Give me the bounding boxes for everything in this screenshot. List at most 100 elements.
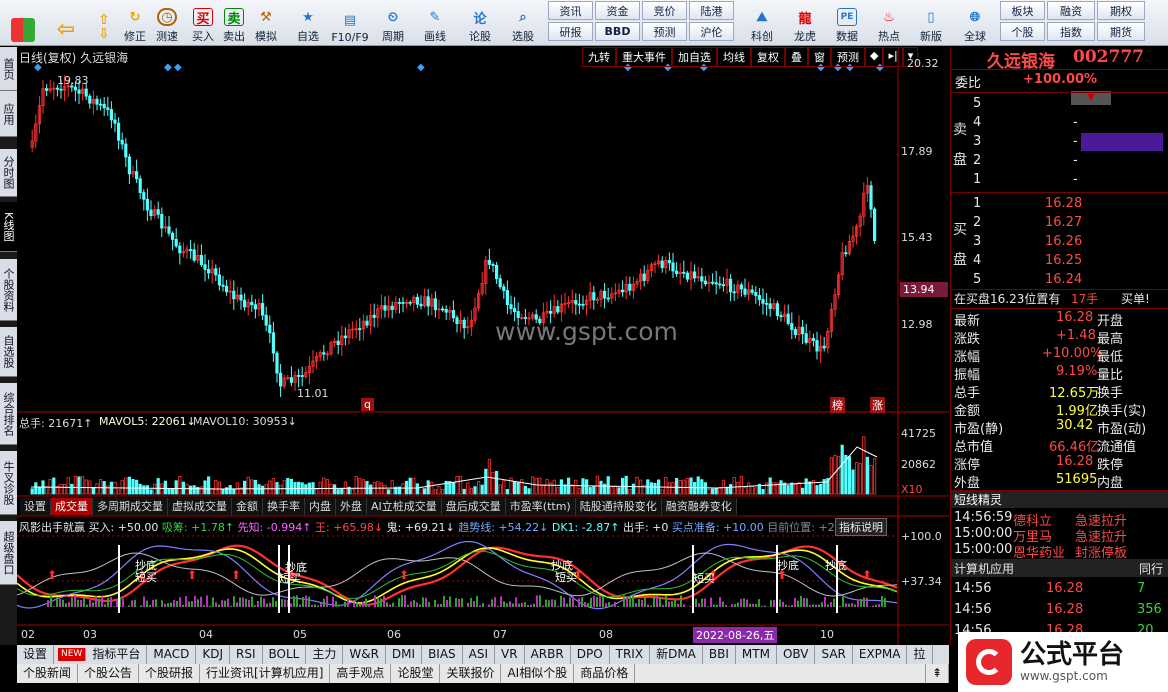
f10-button[interactable]: ▤ F10/F9 — [328, 2, 372, 45]
indicator-help-button[interactable]: 指标说明 — [835, 518, 887, 536]
vol-tab-volume[interactable]: 成交量 — [51, 498, 93, 515]
buy-level-row[interactable]: 3 16.26 — [973, 234, 1168, 252]
menu-major-events[interactable]: 重大事件 — [616, 47, 672, 67]
stat-row[interactable]: 总手 12.65万 换手 — [951, 382, 1168, 401]
info-forum[interactable]: 论股堂 — [391, 664, 441, 683]
buy-level-row[interactable]: 2 16.27 — [973, 215, 1168, 233]
vol-tab-amount[interactable]: 金额 — [232, 498, 263, 515]
menu-jiuzhuan[interactable]: 九转 — [582, 47, 616, 67]
vol-tab-turnover[interactable]: 换手率 — [263, 498, 305, 515]
elf-row[interactable]: 15:00:00 恩华药业 封涨停板 — [951, 542, 1168, 561]
ind-more[interactable]: 拉 — [907, 645, 933, 664]
ind-sar[interactable]: SAR — [815, 645, 853, 664]
margin-button[interactable]: 融资 — [1047, 1, 1095, 20]
stat-row[interactable]: 总市值 66.46亿 流通值 — [951, 436, 1168, 455]
ind-rsi[interactable]: RSI — [230, 645, 263, 664]
event-marker-q[interactable]: q — [361, 398, 374, 411]
auction-button[interactable]: 竞价 — [642, 1, 687, 20]
vol-tab-outer[interactable]: 外盘 — [336, 498, 367, 515]
data-button[interactable]: PE 数据 — [830, 2, 864, 44]
hk-connect-button[interactable]: 陆港 — [689, 1, 734, 20]
stat-row[interactable]: 振幅 9.19% 量比 — [951, 364, 1168, 383]
ind-boll[interactable]: BOLL — [263, 645, 307, 664]
left-tab-watchlist[interactable]: 自选股 — [0, 327, 17, 377]
info-commodity[interactable]: 商品价格 — [574, 664, 636, 683]
shanghai-london-button[interactable]: 沪伦 — [689, 22, 734, 41]
tick-row[interactable]: 14:56 16.28 7 — [951, 581, 1168, 599]
buy-button[interactable]: 买买入 — [189, 2, 217, 44]
ind-macd[interactable]: MACD — [147, 645, 197, 664]
event-marker-bang[interactable]: 榜 — [830, 397, 845, 413]
buy-level-row[interactable]: 4 16.25 — [973, 253, 1168, 271]
ind-mtm[interactable]: MTM — [736, 645, 777, 664]
left-tab-timeshare[interactable]: 分时图 — [0, 149, 17, 197]
menu-add-watch[interactable]: 加自选 — [672, 47, 717, 67]
left-tab-profile[interactable]: 个股资料 — [0, 259, 17, 321]
funds-button[interactable]: 资金 — [595, 1, 640, 20]
home-button[interactable] — [6, 2, 40, 44]
menu-adjust[interactable]: 复权 — [751, 47, 785, 67]
index-button[interactable]: 指数 — [1047, 22, 1095, 41]
info-ai-similar[interactable]: AI相似个股 — [501, 664, 575, 683]
sell-level-row[interactable]: 1- — [973, 172, 1168, 190]
info-stock-news[interactable]: 个股新闻 — [17, 664, 79, 683]
period-button[interactable]: ⏲ 周期 — [376, 2, 410, 44]
watchlist-button[interactable]: ★ 自选 — [292, 2, 324, 44]
ind-dpo[interactable]: DPO — [571, 645, 610, 664]
buy-level-row[interactable]: 5 16.24 — [973, 272, 1168, 290]
ind-trix[interactable]: TRIX — [610, 645, 651, 664]
news-button[interactable]: 资讯 — [548, 1, 593, 20]
buy-level-row[interactable]: 1 16.28 — [973, 196, 1168, 214]
ind-bbi[interactable]: BBI — [703, 645, 736, 664]
left-tab-diagnose[interactable]: 牛叉诊股 — [0, 451, 17, 515]
stat-row[interactable]: 涨跌 +1.48 最高 — [951, 328, 1168, 347]
options-button[interactable]: 期权 — [1097, 1, 1145, 20]
stock-button[interactable]: 个股 — [1000, 22, 1045, 41]
menu-forecast[interactable]: 预测 — [831, 47, 865, 67]
ind-platform[interactable]: 指标平台 — [86, 645, 148, 664]
ind-bias[interactable]: BIAS — [422, 645, 463, 664]
info-industry[interactable]: 行业资讯[计算机应用] — [200, 664, 331, 683]
tick-row[interactable]: 14:56 16.28 356 — [951, 602, 1168, 620]
ind-vr[interactable]: VR — [495, 645, 525, 664]
stat-row[interactable]: 金额 1.99亿 换手(实) — [951, 400, 1168, 419]
menu-window[interactable]: 窗 — [808, 47, 831, 67]
ind-asi[interactable]: ASI — [463, 645, 496, 664]
dragon-tiger-button[interactable]: 龍龙虎 — [788, 2, 822, 44]
forum-button[interactable]: 论论股 — [465, 2, 495, 44]
stat-row[interactable]: 外盘 51695 内盘 — [951, 472, 1168, 491]
hotspot-button[interactable]: ♨ 热点 — [872, 2, 906, 44]
left-tab-kline[interactable]: K线图 — [0, 202, 17, 252]
star-market-button[interactable]: ⛰ 科创 — [744, 2, 780, 44]
expand-up-icon[interactable]: ⇞ — [924, 664, 949, 683]
stat-row[interactable]: 涨停 16.28 跌停 — [951, 454, 1168, 473]
sector-button[interactable]: 板块 — [1000, 1, 1045, 20]
stock-screen-button[interactable]: ⌕ 选股 — [505, 2, 541, 44]
toolbar-btn-cesu[interactable]: ◷ 测速 — [152, 2, 182, 44]
vol-tab-margin[interactable]: 融资融券变化 — [661, 498, 737, 515]
vol-tab-northbound[interactable]: 陆股通持股变化 — [575, 498, 662, 515]
stat-row[interactable]: 最新 16.28 开盘 — [951, 310, 1168, 329]
vol-tab-settings[interactable]: 设置 — [20, 498, 51, 515]
sell-level-row[interactable]: 4- — [973, 115, 1168, 133]
menu-overlay[interactable]: 叠 — [785, 47, 808, 67]
info-announcements[interactable]: 个股公告 — [78, 664, 140, 683]
ind-settings[interactable]: 设置 — [17, 645, 55, 664]
futures-button[interactable]: 期货 — [1097, 22, 1145, 41]
pin-icon[interactable]: ◆ — [865, 47, 884, 67]
info-related[interactable]: 关联报价 — [440, 664, 502, 683]
stat-row[interactable]: 涨幅 +10.00% 最低 — [951, 346, 1168, 365]
vol-tab-inner[interactable]: 内盘 — [305, 498, 336, 515]
ind-dmi[interactable]: DMI — [386, 645, 423, 664]
sell-button[interactable]: 卖卖出 — [220, 2, 248, 44]
ind-wr[interactable]: W&R — [343, 645, 386, 664]
sell-level-row[interactable]: 5 — [973, 96, 1168, 114]
stat-row[interactable]: 市盈(静) 30.42 市盈(动) — [951, 418, 1168, 437]
draw-line-button[interactable]: ✎ 画线 — [418, 2, 452, 44]
ind-kdj[interactable]: KDJ — [196, 645, 230, 664]
bbd-button[interactable]: BBD — [595, 22, 640, 41]
forecast-button[interactable]: 预测 — [642, 22, 687, 41]
collapse-icon[interactable]: ▸| — [883, 47, 903, 67]
left-tab-ranking[interactable]: 综合排名 — [0, 383, 17, 445]
info-expert[interactable]: 高手观点 — [330, 664, 392, 683]
